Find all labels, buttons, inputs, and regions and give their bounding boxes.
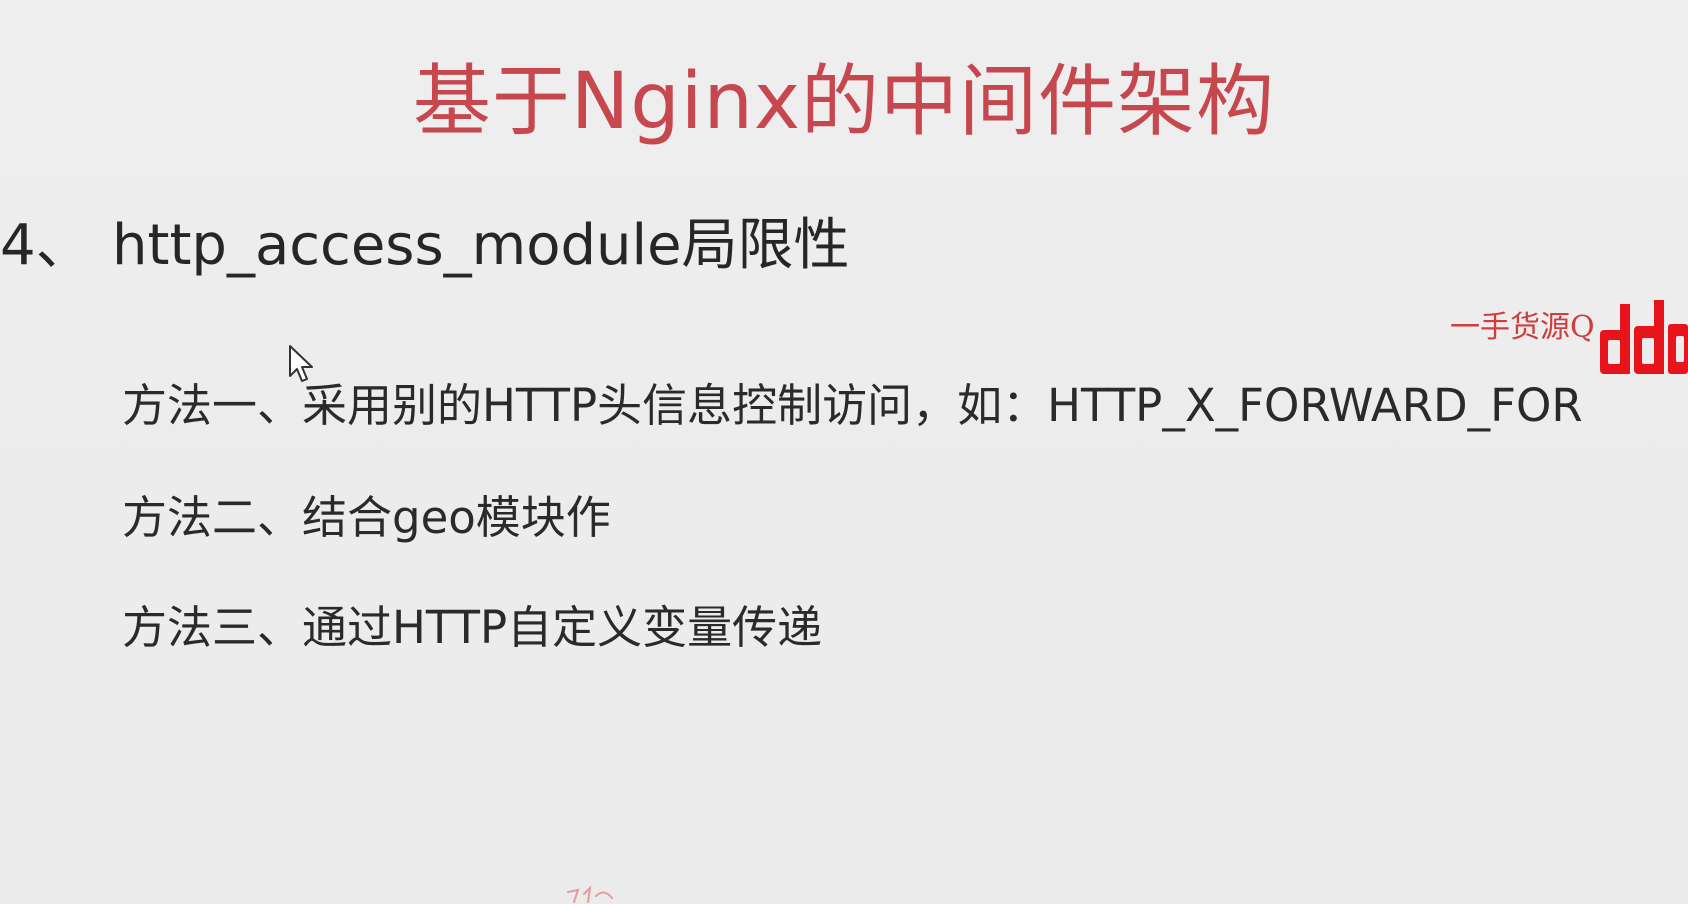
section-heading-text: http_access_module局限性 xyxy=(112,213,850,278)
section-number: 4、 xyxy=(0,213,92,278)
method-item-2: 方法二、结合geo模块作 xyxy=(122,491,611,544)
pen-scribble xyxy=(567,885,613,903)
mouse-pointer-icon xyxy=(289,345,313,382)
watermark-text: 一手货源Q xyxy=(1450,310,1595,345)
watermark: 一手货源Q xyxy=(1450,296,1688,386)
watermark-logo xyxy=(1600,300,1688,374)
slide-title: 基于Nginx的中间件架构 xyxy=(412,57,1276,147)
method-item-3: 方法三、通过HTTP自定义变量传递 xyxy=(122,601,823,654)
method-item-1: 方法一、采用别的HTTP头信息控制访问，如：HTTP_X_FORWARD_FOR xyxy=(122,379,1583,432)
slide: 基于Nginx的中间件架构 4、 http_access_module局限性 方法… xyxy=(0,0,1688,904)
section-heading: 4、 http_access_module局限性 xyxy=(0,210,850,282)
